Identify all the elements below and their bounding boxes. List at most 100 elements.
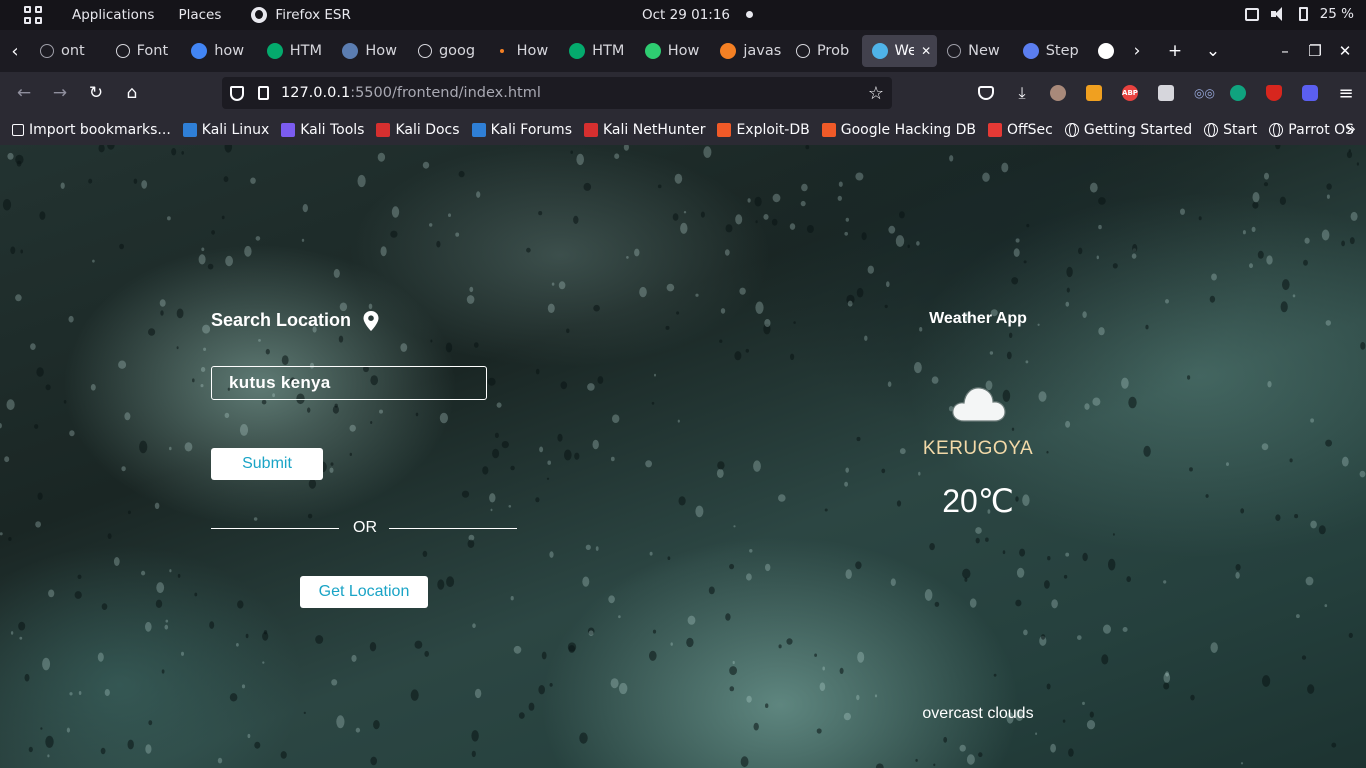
- rain-drop: [978, 752, 983, 758]
- bookmark-item[interactable]: Exploit-DB: [717, 122, 810, 138]
- tab[interactable]: HTM: [559, 35, 635, 67]
- rain-drop: [36, 367, 44, 377]
- tab[interactable]: We ✕: [861, 35, 938, 67]
- rain-drop: [651, 401, 655, 405]
- url-text[interactable]: 127.0.0.1:5500/frontend/index.html: [281, 85, 541, 101]
- bookmark-item[interactable]: Parrot OS: [1269, 122, 1354, 138]
- rain-drop: [1325, 439, 1332, 447]
- rain-drop: [211, 230, 216, 235]
- rain-drop: [538, 685, 545, 695]
- submit-button[interactable]: Submit: [211, 448, 323, 480]
- active-app[interactable]: Firefox ESR: [251, 7, 351, 23]
- tab[interactable]: AMC: [1088, 35, 1118, 67]
- tracking-protection-shield-icon[interactable]: [230, 85, 244, 101]
- chatgpt-extension-icon[interactable]: [1220, 72, 1256, 114]
- adblock-plus-icon[interactable]: ABP: [1112, 72, 1148, 114]
- app-menu-icon[interactable]: ≡: [1328, 72, 1364, 114]
- tab[interactable]: HTM: [257, 35, 333, 67]
- or-divider: OR: [211, 518, 517, 538]
- rain-drop: [45, 384, 51, 391]
- reload-icon[interactable]: ↻: [78, 77, 114, 109]
- spy-glasses-icon[interactable]: ◎◎: [1184, 72, 1220, 114]
- clock[interactable]: Oct 29 01:16: [642, 7, 730, 23]
- rain-drop: [612, 414, 620, 424]
- tab[interactable]: goog: [408, 35, 484, 67]
- rain-drop: [1190, 694, 1195, 701]
- more-bookmarks-icon[interactable]: »: [1346, 119, 1356, 138]
- rain-drop: [400, 343, 408, 352]
- rain-drop: [98, 145, 105, 153]
- rain-drop: [665, 325, 670, 330]
- tab[interactable]: Prob: [786, 35, 862, 67]
- tab-label: How: [365, 43, 398, 59]
- weather-app-title: Weather App: [929, 310, 1027, 327]
- downloads-icon[interactable]: ⤓: [1004, 72, 1040, 114]
- bookmark-item[interactable]: OffSec: [987, 122, 1053, 138]
- close-tab-icon[interactable]: ✕: [921, 44, 931, 58]
- tab[interactable]: Font: [106, 35, 182, 67]
- app-grid-icon[interactable]: [24, 6, 42, 24]
- rain-drop: [719, 339, 723, 343]
- pocket-icon[interactable]: [968, 72, 1004, 114]
- rain-drop: [1321, 229, 1330, 241]
- get-location-button[interactable]: Get Location: [300, 576, 428, 608]
- rain-drop: [254, 741, 261, 749]
- tab[interactable]: how: [181, 35, 257, 67]
- rain-drop: [1263, 182, 1269, 187]
- screen-icon[interactable]: [1244, 7, 1259, 21]
- rain-drop: [171, 148, 177, 156]
- bookmark-item[interactable]: Google Hacking DB: [821, 122, 976, 138]
- tab[interactable]: ont: [30, 35, 106, 67]
- forward-icon[interactable]: →: [42, 77, 78, 109]
- places-menu[interactable]: Places: [178, 7, 221, 23]
- minimize-icon[interactable]: –: [1270, 42, 1300, 60]
- rain-drop: [914, 362, 922, 374]
- battery-icon[interactable]: [1298, 7, 1308, 21]
- rain-drop: [1096, 255, 1100, 260]
- bookmark-item[interactable]: Import bookmarks...: [12, 122, 171, 138]
- back-icon[interactable]: ←: [6, 77, 42, 109]
- rain-drop: [141, 570, 146, 576]
- new-tab-icon[interactable]: +: [1156, 30, 1194, 72]
- reader-extension-icon[interactable]: [1148, 72, 1184, 114]
- scroll-tabs-right-icon[interactable]: ›: [1118, 30, 1156, 72]
- tab[interactable]: New: [937, 35, 1013, 67]
- location-search-input[interactable]: [211, 366, 487, 400]
- rain-drop: [496, 402, 502, 408]
- rain-drop: [201, 247, 205, 252]
- bookmark-item[interactable]: Getting Started: [1064, 122, 1192, 138]
- presentation-extension-icon[interactable]: [1076, 72, 1112, 114]
- tab[interactable]: How: [635, 35, 711, 67]
- applications-menu[interactable]: Applications: [72, 7, 154, 23]
- scroll-tabs-left-icon[interactable]: ‹: [0, 30, 30, 72]
- close-window-icon[interactable]: ✕: [1330, 42, 1360, 60]
- maximize-icon[interactable]: ❐: [1300, 42, 1330, 60]
- list-all-tabs-icon[interactable]: ⌄: [1194, 30, 1232, 72]
- bookmark-item[interactable]: Kali NetHunter: [584, 122, 705, 138]
- tab[interactable]: How: [332, 35, 408, 67]
- rain-drop: [513, 645, 522, 654]
- tabs-container: ont Font how HTM How goog How HTM How javas Prob We…: [30, 30, 1118, 72]
- zoom-extension-icon[interactable]: [1292, 72, 1328, 114]
- bookmark-item[interactable]: Kali Linux: [182, 122, 269, 138]
- rain-drop: [1163, 580, 1167, 584]
- rain-drop: [1318, 525, 1326, 535]
- url-bar[interactable]: 127.0.0.1:5500/frontend/index.html ☆: [222, 77, 892, 109]
- bookmark-star-icon[interactable]: ☆: [868, 83, 884, 104]
- rain-drop: [466, 295, 475, 304]
- tab[interactable]: How: [484, 35, 560, 67]
- ublock-shield-icon[interactable]: [1256, 72, 1292, 114]
- tab[interactable]: javas: [710, 35, 786, 67]
- bookmark-item[interactable]: Start: [1204, 122, 1257, 138]
- rain-drop: [778, 494, 786, 502]
- volume-icon[interactable]: [1270, 7, 1287, 21]
- page-info-icon[interactable]: [258, 86, 269, 100]
- bookmark-item[interactable]: Kali Forums: [471, 122, 572, 138]
- bookmark-item[interactable]: Kali Docs: [376, 122, 460, 138]
- rain-drop: [154, 502, 160, 509]
- home-icon[interactable]: ⌂: [114, 77, 150, 109]
- account-avatar-icon[interactable]: [1040, 72, 1076, 114]
- rain-drop: [1077, 635, 1082, 640]
- tab[interactable]: Step: [1013, 35, 1089, 67]
- bookmark-item[interactable]: Kali Tools: [281, 122, 364, 138]
